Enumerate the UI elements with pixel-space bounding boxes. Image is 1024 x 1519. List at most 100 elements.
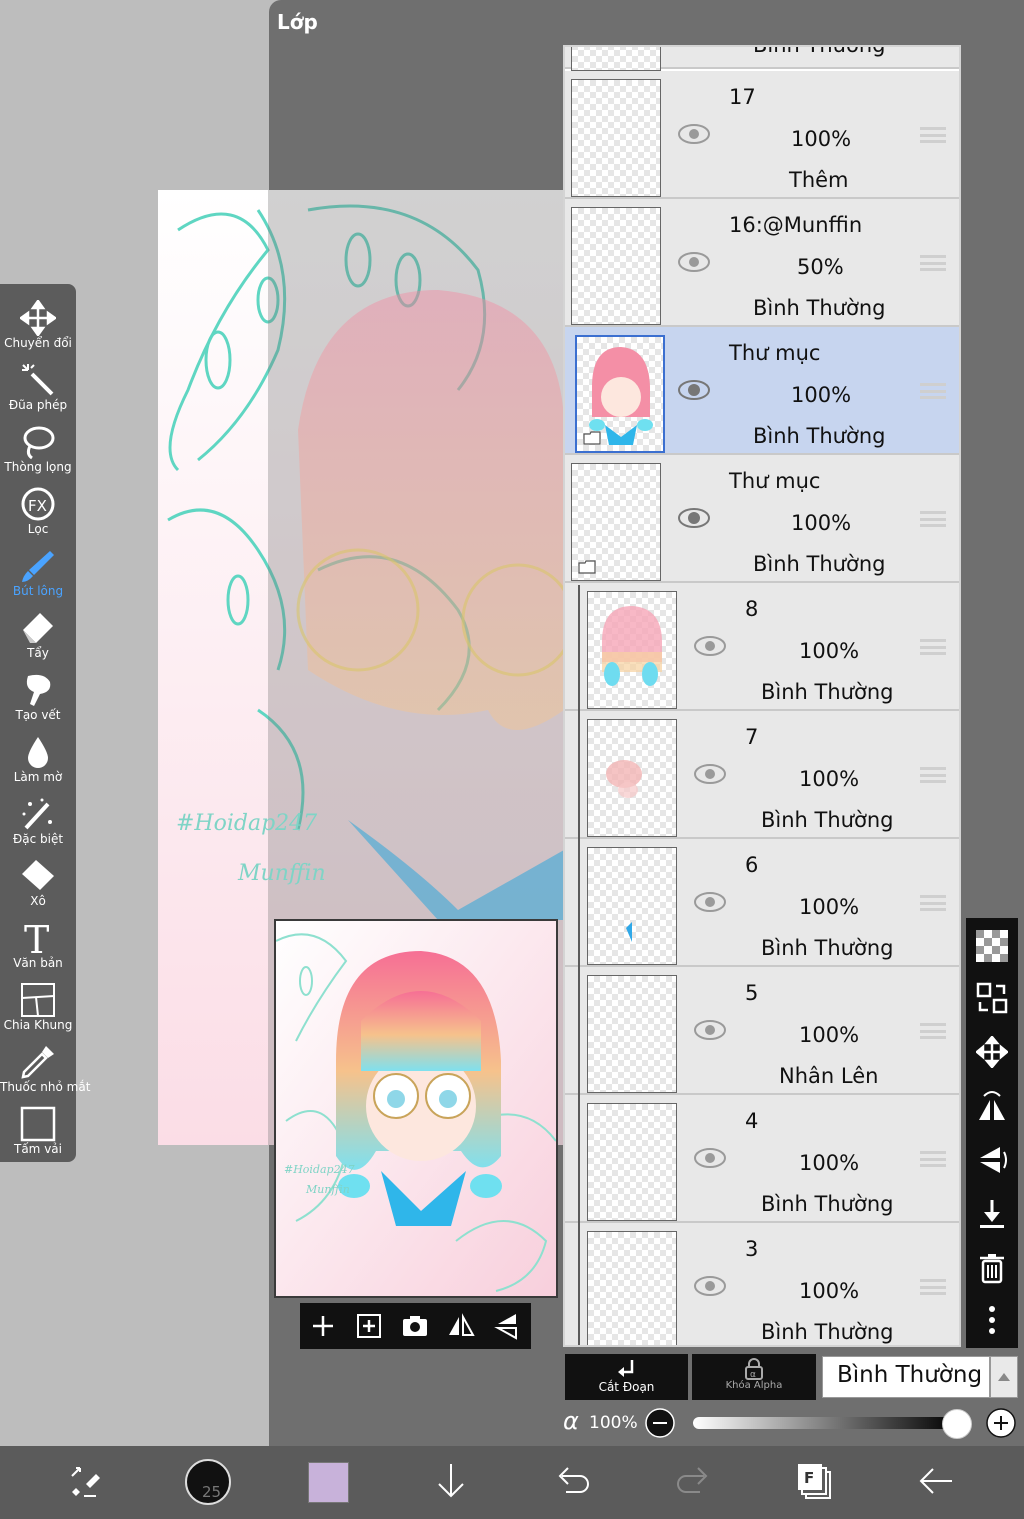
layer-row[interactable]: 8 100% Bình Thường: [565, 583, 959, 711]
layer-opacity: 100%: [791, 511, 852, 535]
move-layer-icon[interactable]: [976, 1036, 1008, 1068]
layer-row-selected[interactable]: Thư mục 100% Bình Thường: [565, 327, 959, 455]
tool-label: Thòng lọng: [4, 460, 72, 474]
layer-row[interactable]: 5 100% Nhân Lên: [565, 967, 959, 1095]
visibility-eye-icon[interactable]: [677, 379, 711, 401]
layer-blend-mode: Thêm: [789, 168, 849, 192]
layer-blend-mode: Bình Thường: [753, 552, 886, 576]
drag-handle-icon[interactable]: [920, 1279, 946, 1295]
svg-text:FX: FX: [28, 497, 47, 515]
alpha-lock-button[interactable]: α Khóa Alpha: [692, 1354, 816, 1400]
opacity-slider-thumb[interactable]: [942, 1409, 972, 1439]
camera-icon[interactable]: [400, 1311, 430, 1341]
layer-row-partial[interactable]: Bình Thường: [565, 47, 959, 71]
drag-handle-icon[interactable]: [920, 767, 946, 783]
thumbnail-art: [606, 760, 642, 798]
back-arrow-icon[interactable]: [918, 1462, 954, 1500]
thumbnail-art: [626, 922, 632, 942]
add-layer-icon[interactable]: [308, 1311, 338, 1341]
tool-blur[interactable]: Làm mờ: [0, 728, 76, 790]
alpha-lock-label: Khóa Alpha: [725, 1380, 783, 1391]
trash-icon[interactable]: [976, 1252, 1008, 1284]
visibility-eye-icon[interactable]: [677, 123, 711, 145]
layer-name: 4: [745, 1109, 759, 1133]
tool-frame-divider[interactable]: Chia Khung: [0, 976, 76, 1038]
merge-down-icon[interactable]: [976, 1198, 1008, 1230]
visibility-eye-icon[interactable]: [693, 1147, 727, 1169]
smudge-icon: [26, 674, 51, 706]
layer-row[interactable]: 16:@Munffin 50% Bình Thường: [565, 199, 959, 327]
download-arrow-icon[interactable]: [434, 1462, 468, 1500]
flip-layer-vertical-icon[interactable]: [976, 1144, 1008, 1176]
clip-button[interactable]: Cắt Đoạn: [565, 1354, 688, 1400]
drag-handle-icon[interactable]: [920, 511, 946, 527]
blend-mode-select[interactable]: Bình Thường: [822, 1356, 990, 1398]
drag-handle-icon[interactable]: [920, 1151, 946, 1167]
redo-icon[interactable]: [676, 1462, 712, 1500]
canvas-preview[interactable]: #Hoidap247 Munffin: [274, 919, 558, 1298]
visibility-eye-icon[interactable]: [677, 507, 711, 529]
layer-thumbnail: [587, 975, 677, 1093]
layer-name: 16:@Munffin: [729, 213, 863, 237]
layer-blend-mode: Bình Thường: [753, 296, 886, 320]
drag-handle-icon[interactable]: [920, 255, 946, 271]
visibility-eye-icon[interactable]: [693, 1275, 727, 1297]
layer-opacity: 100%: [799, 1279, 860, 1303]
tool-transform[interactable]: Chuyển đổi: [0, 294, 76, 356]
tool-lasso[interactable]: Thòng lọng: [0, 418, 76, 480]
current-color-swatch[interactable]: [308, 1462, 349, 1503]
tool-filter[interactable]: FX Lọc: [0, 480, 76, 542]
fx-filter-icon: FX: [21, 487, 55, 521]
visibility-eye-icon[interactable]: [693, 1019, 727, 1041]
layer-swap-icon[interactable]: [976, 982, 1008, 1014]
tool-eyedropper[interactable]: Thuốc nhỏ mắt: [0, 1038, 90, 1100]
tool-eraser[interactable]: Tẩy: [0, 604, 76, 666]
clip-label: Cắt Đoạn: [598, 1380, 655, 1394]
layers-icon[interactable]: F: [796, 1462, 836, 1502]
drag-handle-icon[interactable]: [920, 383, 946, 399]
layer-row[interactable]: 3 100% Bình Thường: [565, 1223, 959, 1345]
layers-list[interactable]: Bình Thường 17 100% Thêm 16:@Munffin 50%…: [563, 45, 961, 1347]
more-options-icon[interactable]: [976, 1304, 1008, 1336]
drag-handle-icon[interactable]: [920, 1023, 946, 1039]
layer-row[interactable]: 6 100% Bình Thường: [565, 839, 959, 967]
transparency-checker-icon[interactable]: [976, 930, 1008, 962]
tool-special[interactable]: Đặc biệt: [0, 790, 76, 852]
tool-canvas[interactable]: Tấm vải: [0, 1100, 76, 1162]
visibility-eye-icon[interactable]: [693, 635, 727, 657]
layer-row[interactable]: 17 100% Thêm: [565, 71, 959, 199]
layer-name: 6: [745, 853, 759, 877]
visibility-eye-icon[interactable]: [693, 763, 727, 785]
brush-size-button[interactable]: 25: [185, 1459, 231, 1505]
layer-opacity: 100%: [799, 1023, 860, 1047]
flip-horizontal-icon[interactable]: [446, 1311, 476, 1341]
tool-label: Tấm vải: [14, 1142, 62, 1156]
layer-row[interactable]: 4 100% Bình Thường: [565, 1095, 959, 1223]
layer-thumbnail: [587, 719, 677, 837]
drag-handle-icon[interactable]: [920, 639, 946, 655]
flip-vertical-icon[interactable]: [492, 1311, 522, 1341]
opacity-decrease-icon[interactable]: [644, 1407, 676, 1439]
drag-handle-icon[interactable]: [920, 895, 946, 911]
visibility-eye-icon[interactable]: [693, 891, 727, 913]
tool-smudge[interactable]: Tạo vết: [0, 666, 76, 728]
tool-magic-wand[interactable]: Đũa phép: [0, 356, 76, 418]
layer-blend-mode: Bình Thường: [761, 1320, 894, 1344]
layer-row[interactable]: Thư mục 100% Bình Thường: [565, 455, 959, 583]
layer-row[interactable]: 7 100% Bình Thường: [565, 711, 959, 839]
blend-mode-dropdown[interactable]: [990, 1356, 1018, 1398]
tool-bucket[interactable]: Xô: [0, 852, 76, 914]
layer-opacity: 100%: [791, 383, 852, 407]
tool-text[interactable]: T Văn bản: [0, 914, 76, 976]
opacity-increase-icon[interactable]: [985, 1407, 1017, 1439]
quick-tool-switch-icon[interactable]: [66, 1462, 104, 1500]
add-image-layer-icon[interactable]: [354, 1311, 384, 1341]
undo-icon[interactable]: [554, 1462, 590, 1500]
tool-label: Văn bản: [13, 956, 63, 970]
tool-brush[interactable]: Bút lông: [0, 542, 76, 604]
drag-handle-icon[interactable]: [920, 127, 946, 143]
visibility-eye-icon[interactable]: [677, 251, 711, 273]
flip-layer-horizontal-icon[interactable]: [976, 1090, 1008, 1122]
opacity-slider[interactable]: [693, 1417, 957, 1429]
layer-thumbnail: [571, 79, 661, 197]
